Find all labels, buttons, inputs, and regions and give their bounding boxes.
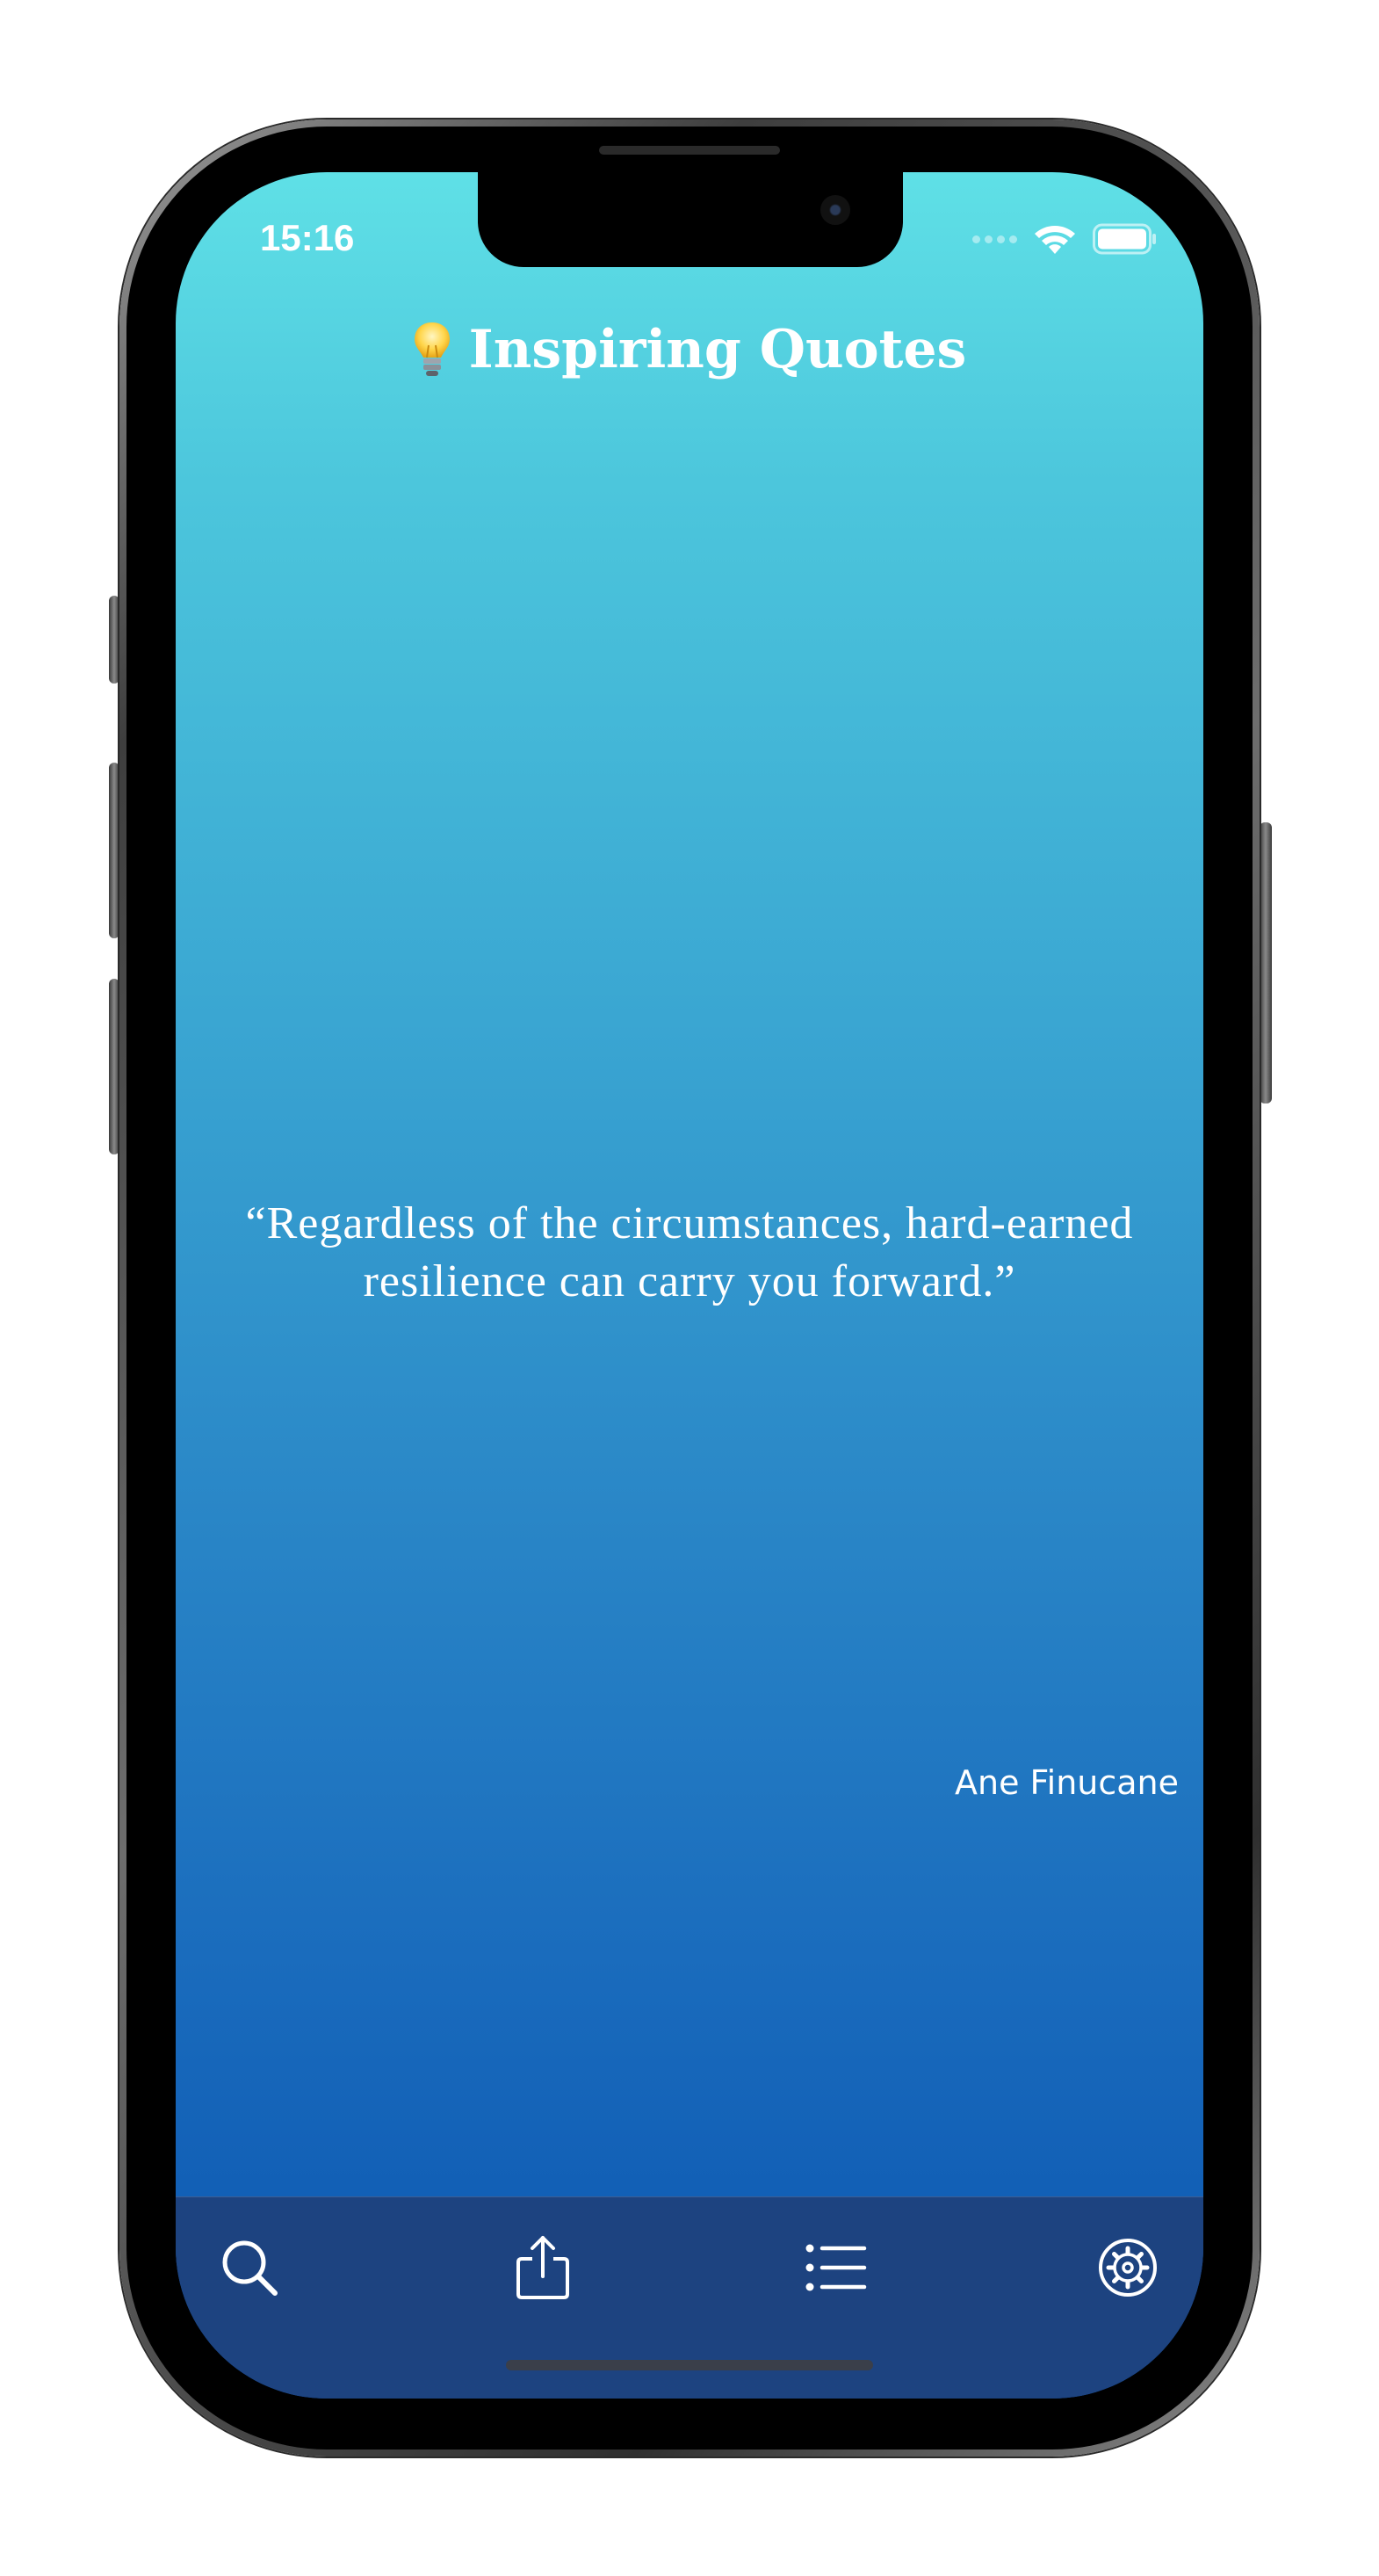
search-icon <box>222 2240 278 2296</box>
quote-author: Ane Finucane <box>955 1763 1179 1802</box>
share-icon <box>516 2236 569 2299</box>
app-title: Inspiring Quotes <box>468 319 967 380</box>
volume-up-button <box>109 763 119 938</box>
list-button[interactable] <box>792 2224 880 2312</box>
front-camera-icon <box>820 195 850 225</box>
app-screen: 15:16 Inspiring Quotes “Regardless of th… <box>176 172 1203 2399</box>
device-mockup: 15:16 Inspiring Quotes “Regardless of th… <box>0 0 1379 2576</box>
search-button[interactable] <box>206 2224 293 2312</box>
settings-button[interactable] <box>1084 2224 1172 2312</box>
app-header: Inspiring Quotes <box>176 315 1203 385</box>
signal-dots-icon <box>972 235 1017 243</box>
silent-switch <box>109 596 119 684</box>
battery-icon <box>1093 223 1158 255</box>
home-indicator[interactable] <box>506 2360 873 2370</box>
earpiece-speaker <box>599 146 780 155</box>
wifi-icon <box>1033 222 1077 256</box>
share-button[interactable] <box>499 2224 587 2312</box>
status-indicators <box>972 221 1158 257</box>
settings-icon <box>1099 2239 1157 2297</box>
notch <box>478 172 903 267</box>
volume-down-button <box>109 979 119 1154</box>
status-time: 15:16 <box>260 217 355 258</box>
list-icon <box>805 2244 867 2291</box>
power-button <box>1260 822 1272 1103</box>
quote-text: “Regardless of the circumstances, hard-e… <box>245 1198 1134 1306</box>
lightbulb-icon <box>414 322 450 376</box>
